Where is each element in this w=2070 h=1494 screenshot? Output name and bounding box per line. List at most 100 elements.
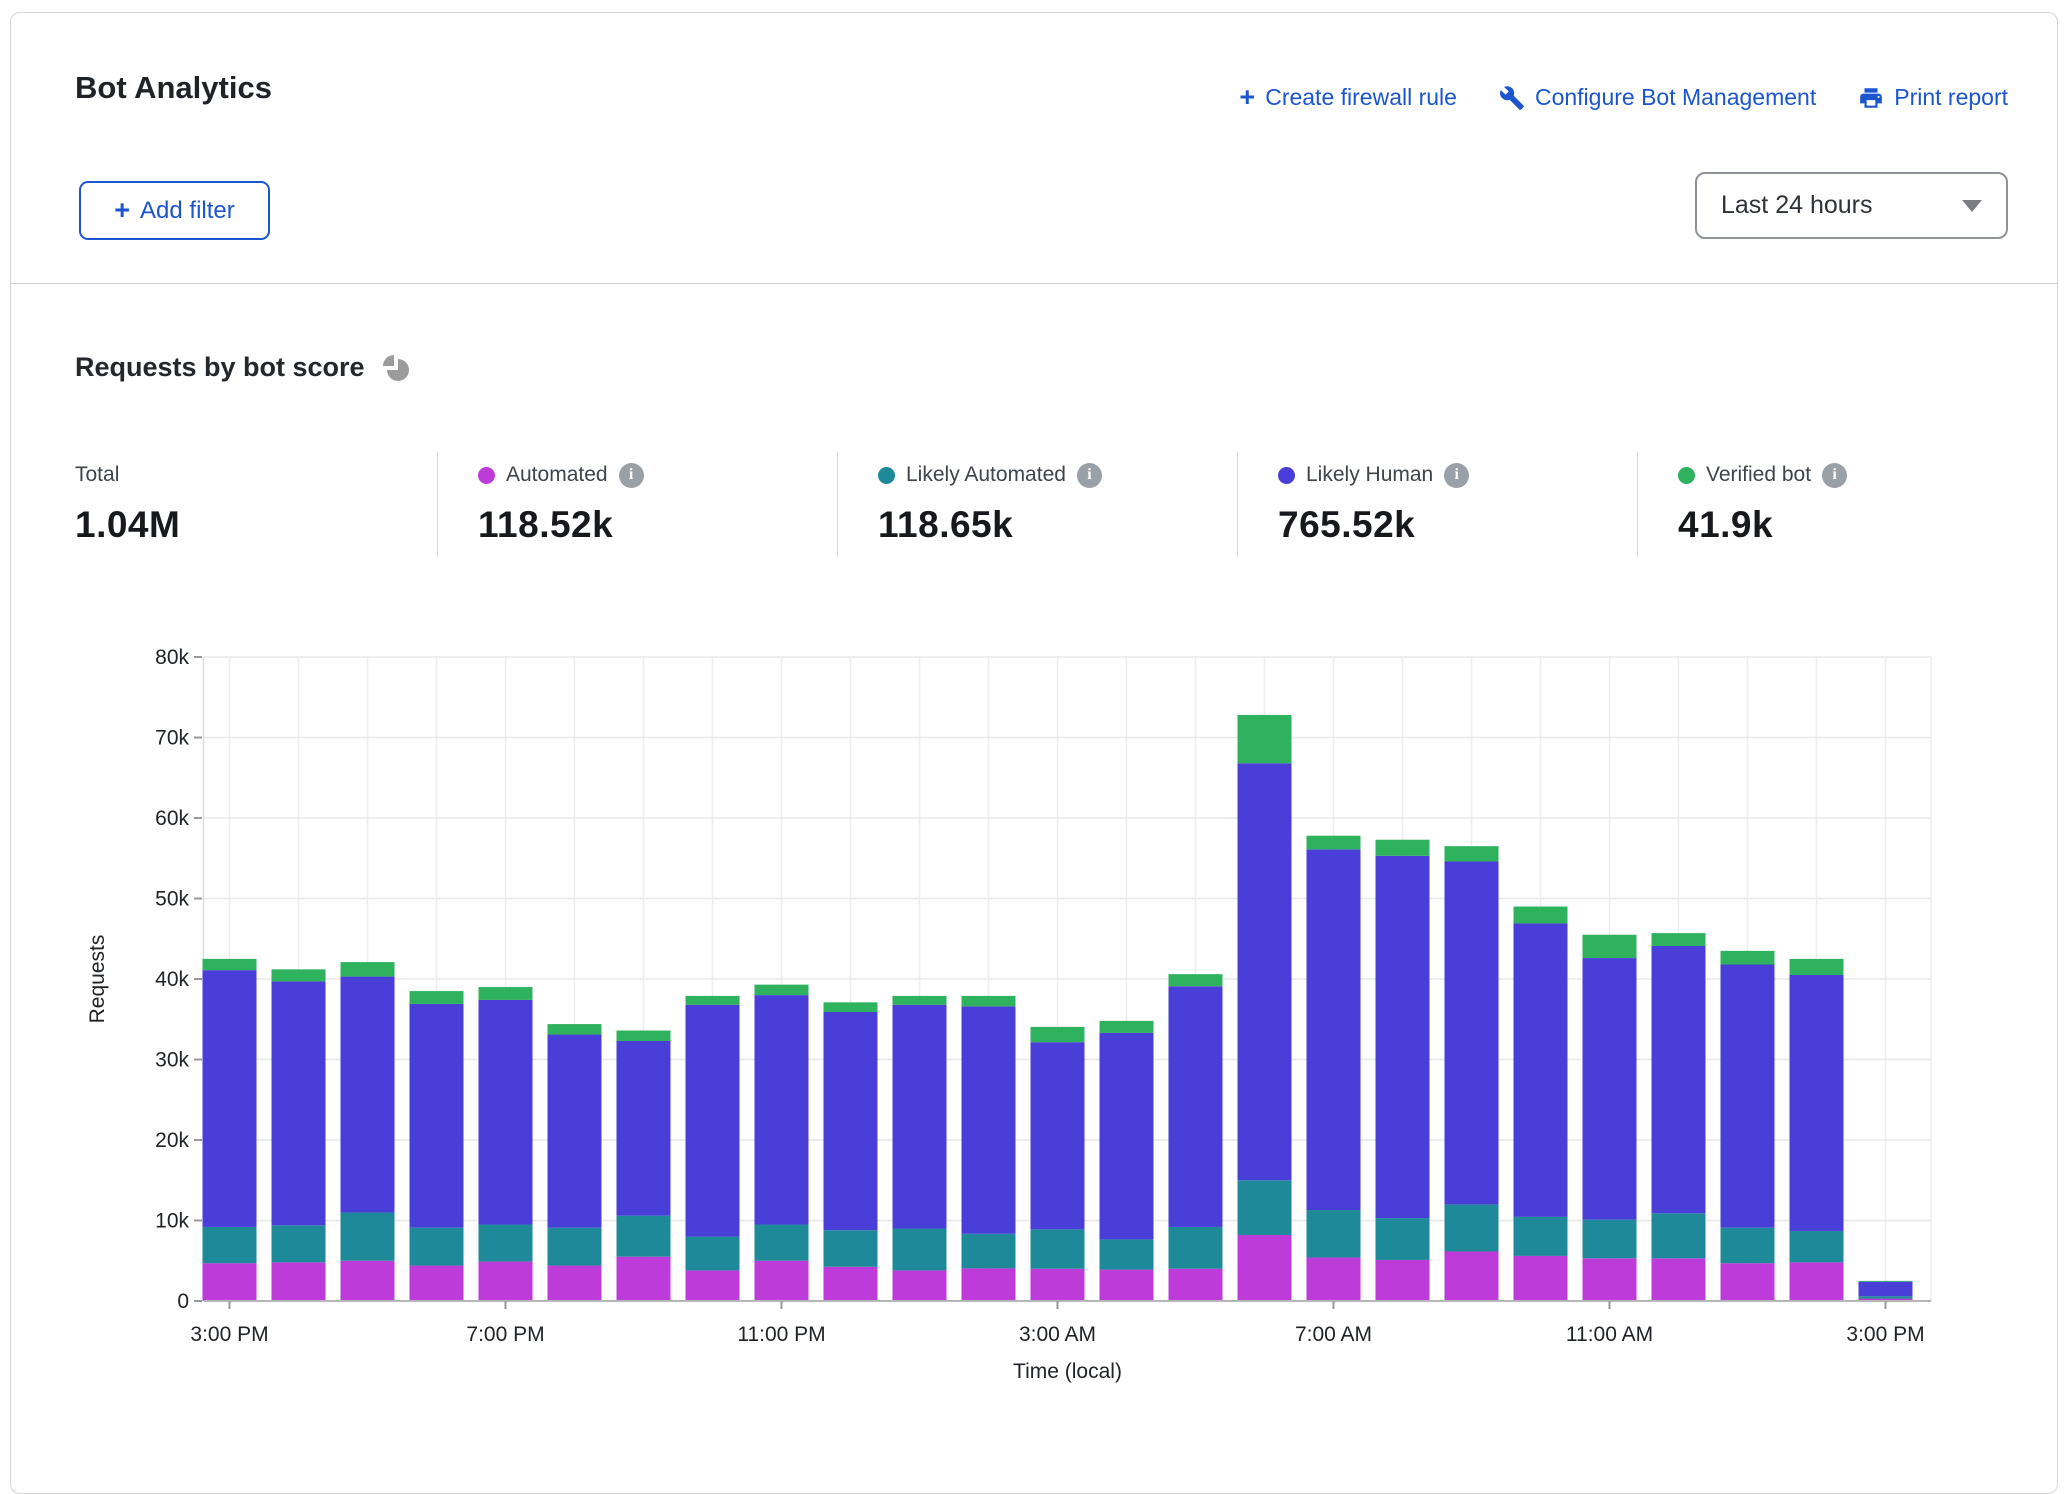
bar-likely-automated[interactable] [1031,1229,1085,1268]
bar-likely-human[interactable] [824,1012,878,1230]
bar-likely-human[interactable] [272,981,326,1225]
bar-likely-automated[interactable] [1238,1180,1292,1235]
bar-likely-automated[interactable] [341,1212,395,1260]
bar-verified-bot[interactable] [617,1031,671,1041]
bar-likely-automated[interactable] [1307,1210,1361,1257]
bar-likely-automated[interactable] [1100,1239,1154,1269]
bar-automated[interactable] [1238,1235,1292,1301]
bar-likely-automated[interactable] [203,1227,257,1263]
bar-likely-automated[interactable] [1583,1220,1637,1259]
bar-verified-bot[interactable] [686,996,740,1005]
bar-verified-bot[interactable] [1859,1281,1913,1282]
bar-likely-human[interactable] [1721,965,1775,1228]
info-icon[interactable]: i [619,463,644,488]
bar-verified-bot[interactable] [1376,840,1430,856]
bar-automated[interactable] [479,1262,533,1301]
bar-automated[interactable] [548,1266,602,1301]
bar-likely-human[interactable] [1100,1033,1154,1239]
bar-automated[interactable] [341,1261,395,1301]
bar-likely-automated[interactable] [755,1225,809,1261]
bar-likely-human[interactable] [479,1000,533,1225]
bar-likely-human[interactable] [1445,861,1499,1204]
bar-automated[interactable] [893,1270,947,1301]
info-icon[interactable]: i [1822,463,1847,488]
bar-automated[interactable] [824,1267,878,1301]
info-icon[interactable]: i [1077,463,1102,488]
bar-verified-bot[interactable] [1790,959,1844,975]
bar-verified-bot[interactable] [1652,933,1706,946]
bar-likely-human[interactable] [1859,1282,1913,1296]
bar-automated[interactable] [962,1268,1016,1301]
bar-likely-human[interactable] [1652,946,1706,1213]
bar-likely-automated[interactable] [1721,1228,1775,1263]
bar-likely-human[interactable] [1238,763,1292,1180]
bar-likely-automated[interactable] [410,1228,464,1266]
bar-likely-human[interactable] [1307,849,1361,1210]
bar-likely-human[interactable] [1376,856,1430,1218]
bar-likely-human[interactable] [893,1005,947,1229]
bar-automated[interactable] [755,1261,809,1301]
bar-likely-human[interactable] [1583,958,1637,1220]
bar-likely-automated[interactable] [1169,1227,1223,1269]
bar-automated[interactable] [410,1266,464,1301]
bar-likely-automated[interactable] [617,1216,671,1257]
bar-automated[interactable] [1652,1258,1706,1301]
bar-verified-bot[interactable] [824,1002,878,1012]
bar-automated[interactable] [272,1262,326,1301]
bar-likely-human[interactable] [1031,1042,1085,1229]
bar-likely-automated[interactable] [272,1225,326,1262]
bar-likely-human[interactable] [410,1004,464,1228]
bar-verified-bot[interactable] [1514,907,1568,924]
bar-verified-bot[interactable] [1445,846,1499,861]
bar-likely-automated[interactable] [479,1225,533,1262]
add-filter-button[interactable]: + Add filter [79,181,270,240]
bar-automated[interactable] [1583,1258,1637,1301]
bar-likely-human[interactable] [1169,986,1223,1227]
bar-verified-bot[interactable] [479,987,533,1000]
time-range-select[interactable]: Last 24 hours [1695,172,2008,239]
bar-automated[interactable] [1376,1260,1430,1301]
bar-likely-human[interactable] [617,1041,671,1216]
bar-verified-bot[interactable] [548,1024,602,1034]
bar-likely-human[interactable] [341,977,395,1213]
bar-verified-bot[interactable] [1721,951,1775,965]
bar-likely-human[interactable] [962,1006,1016,1233]
bar-likely-human[interactable] [1514,923,1568,1216]
bar-verified-bot[interactable] [1238,715,1292,763]
bar-verified-bot[interactable] [341,962,395,976]
bar-automated[interactable] [1307,1258,1361,1301]
bar-likely-automated[interactable] [824,1230,878,1267]
bar-automated[interactable] [686,1270,740,1301]
print-report-link[interactable]: Print report [1858,84,2008,111]
bar-verified-bot[interactable] [1583,935,1637,958]
bar-likely-automated[interactable] [1514,1217,1568,1256]
bar-verified-bot[interactable] [410,991,464,1004]
bar-verified-bot[interactable] [272,969,326,981]
create-firewall-rule-link[interactable]: + Create firewall rule [1239,84,1457,111]
bar-verified-bot[interactable] [962,996,1016,1006]
bar-likely-human[interactable] [203,970,257,1227]
bar-automated[interactable] [203,1263,257,1301]
bar-likely-human[interactable] [1790,975,1844,1231]
bar-likely-automated[interactable] [1376,1218,1430,1260]
info-icon[interactable]: i [1444,463,1469,488]
bar-likely-human[interactable] [755,995,809,1224]
bar-automated[interactable] [617,1257,671,1301]
bar-verified-bot[interactable] [203,959,257,970]
bar-verified-bot[interactable] [1100,1021,1154,1033]
bar-verified-bot[interactable] [1307,836,1361,850]
bar-likely-automated[interactable] [962,1234,1016,1269]
bar-automated[interactable] [1031,1269,1085,1301]
bar-automated[interactable] [1169,1269,1223,1301]
bar-automated[interactable] [1721,1263,1775,1301]
bar-likely-automated[interactable] [1445,1204,1499,1251]
bar-automated[interactable] [1790,1262,1844,1301]
bar-verified-bot[interactable] [1169,974,1223,986]
bar-automated[interactable] [1445,1251,1499,1301]
configure-bot-management-link[interactable]: Configure Bot Management [1499,84,1816,111]
bar-automated[interactable] [1100,1270,1154,1301]
bar-verified-bot[interactable] [755,985,809,995]
requests-by-bot-score-chart[interactable]: 010k20k30k40k50k60k70k80k3:00 PM7:00 PM1… [0,600,2070,1394]
bar-likely-automated[interactable] [686,1237,740,1271]
bar-likely-human[interactable] [686,1005,740,1237]
